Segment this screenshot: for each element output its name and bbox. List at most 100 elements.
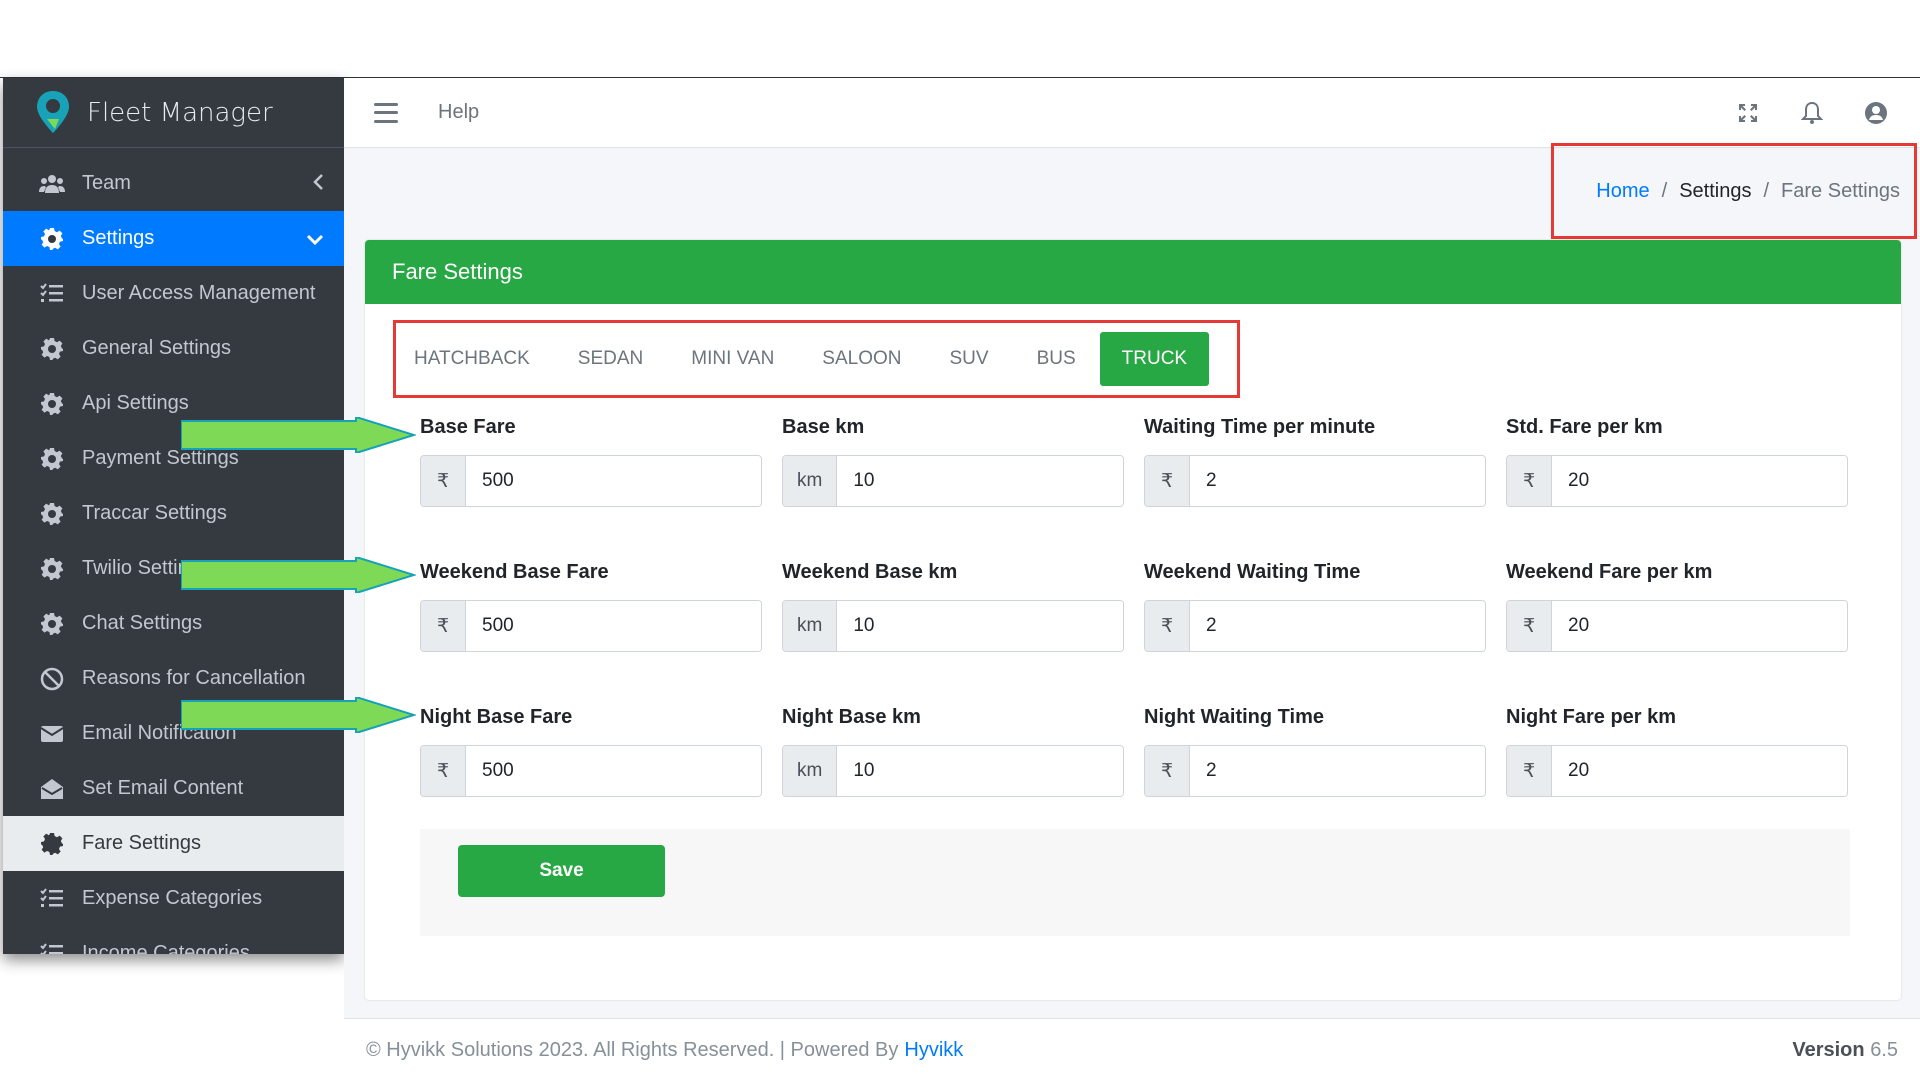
sidebar-item-label: Income Categories: [82, 942, 250, 954]
gear-icon: [38, 610, 66, 638]
envelope-icon: [38, 720, 66, 748]
sidebar-item-label: Expense Categories: [82, 887, 263, 909]
field-label: Night Fare per km: [1506, 706, 1677, 728]
input-group: km: [782, 745, 1124, 797]
sidebar-item-label: Traccar Settings: [82, 502, 227, 524]
field-label: Waiting Time per minute: [1144, 416, 1376, 438]
gear-icon: [38, 500, 66, 528]
fullscreen-icon[interactable]: [1736, 101, 1760, 125]
sidebar-item-general-settings[interactable]: General Settings: [3, 321, 344, 376]
users-icon: [38, 170, 66, 198]
version-label: Version: [1792, 1038, 1865, 1061]
weekend-waiting-time-input[interactable]: [1190, 601, 1485, 651]
sidebar-item-label: Fare Settings: [82, 832, 201, 854]
breadcrumb: Home / Settings / Fare Settings: [1551, 143, 1917, 239]
tab-mini-van[interactable]: MINI VAN: [667, 332, 798, 386]
field-label: Weekend Base km: [782, 561, 958, 583]
unit-km-prefix: km: [783, 456, 838, 506]
sidebar-item-label: Reasons for Cancellation: [82, 667, 306, 689]
gear-icon: [38, 445, 66, 473]
breadcrumb-home[interactable]: Home: [1596, 180, 1649, 203]
breadcrumb-settings[interactable]: Settings: [1679, 180, 1751, 203]
chevron-down-icon: [306, 226, 324, 252]
sidebar-item-chat-settings[interactable]: Chat Settings: [3, 596, 344, 651]
breadcrumb-separator: /: [1763, 179, 1770, 202]
sidebar-item-settings[interactable]: Settings: [3, 211, 344, 266]
sidebar-nav: Team Settings User Access Management Genera…: [3, 148, 344, 954]
menu-toggle-icon[interactable]: [374, 102, 398, 123]
sidebar: Fleet Manager Team Settings User Access Ma…: [3, 78, 344, 954]
annotation-arrow: [181, 557, 416, 593]
fare-form: Base Fare ₹ Base km km Waiting Time per minu…: [420, 416, 1850, 851]
field-label: Night Base Fare: [420, 706, 573, 728]
sidebar-item-team[interactable]: Team: [3, 156, 344, 211]
tab-saloon[interactable]: SALOON: [798, 332, 925, 386]
field-label: Std. Fare per km: [1506, 416, 1663, 438]
app-frame: Fleet Manager Team Settings User Access Ma…: [0, 77, 1920, 1081]
help-link[interactable]: Help: [438, 101, 479, 124]
gear-icon: [38, 335, 66, 363]
night-base-km-input[interactable]: [837, 746, 1123, 796]
weekend-base-km-input[interactable]: [837, 601, 1123, 651]
sidebar-item-traccar-settings[interactable]: Traccar Settings: [3, 486, 344, 541]
std-fare-per-km-input[interactable]: [1552, 456, 1847, 506]
annotation-arrow: [181, 417, 416, 453]
sidebar-item-label: User Access Management: [82, 282, 316, 304]
field-label: Base km: [782, 416, 865, 438]
vehicle-type-tabs: HATCHBACK SEDAN MINI VAN SALOON SUV BUS TRUCK: [393, 320, 1240, 398]
input-group: ₹: [1144, 455, 1486, 507]
breadcrumb-separator: /: [1661, 179, 1668, 202]
tab-sedan[interactable]: SEDAN: [554, 332, 667, 386]
breadcrumb-current: Fare Settings: [1781, 179, 1900, 202]
rupee-icon: ₹: [1145, 456, 1190, 506]
version-info: Version 6.5: [1792, 1039, 1898, 1062]
input-group: km: [782, 455, 1124, 507]
sidebar-item-income-categories[interactable]: Income Categories: [3, 926, 344, 954]
rupee-icon: ₹: [1145, 601, 1190, 651]
input-group: ₹: [1144, 600, 1486, 652]
powered-by-link[interactable]: Hyvikk: [904, 1039, 963, 1062]
list-check-icon: [38, 280, 66, 308]
tab-hatchback[interactable]: HATCHBACK: [414, 332, 554, 386]
input-group: ₹: [1506, 745, 1848, 797]
input-group: ₹: [1506, 600, 1848, 652]
field-night-fare-per-km: Night Fare per km ₹: [1506, 706, 1848, 797]
field-label: Night Waiting Time: [1144, 706, 1324, 728]
rupee-icon: ₹: [1507, 456, 1552, 506]
bell-icon[interactable]: [1800, 101, 1824, 125]
save-button[interactable]: Save: [458, 845, 665, 897]
gear-icon: [38, 390, 66, 418]
sidebar-item-expense-categories[interactable]: Expense Categories: [3, 871, 344, 926]
user-avatar-icon[interactable]: [1864, 101, 1888, 125]
weekend-fare-per-km-input[interactable]: [1552, 601, 1847, 651]
field-label: Weekend Fare per km: [1506, 561, 1713, 583]
sidebar-item-set-email-content[interactable]: Set Email Content: [3, 761, 344, 816]
envelope-open-icon: [38, 775, 66, 803]
sidebar-item-label: Team: [82, 172, 131, 194]
tab-bus[interactable]: BUS: [1013, 332, 1100, 386]
page-footer: © Hyvikk Solutions 2023. All Rights Rese…: [344, 1018, 1920, 1081]
ban-icon: [38, 665, 66, 693]
night-fare-per-km-input[interactable]: [1552, 746, 1847, 796]
tab-truck[interactable]: TRUCK: [1099, 332, 1210, 386]
waiting-time-per-minute-input[interactable]: [1190, 456, 1485, 506]
copyright-text: © Hyvikk Solutions 2023. All Rights Rese…: [366, 1038, 899, 1061]
weekend-base-fare-input[interactable]: [466, 601, 761, 651]
brand[interactable]: Fleet Manager: [3, 78, 344, 148]
field-weekend-base-fare: Weekend Base Fare ₹: [420, 561, 762, 652]
fare-settings-card: Fare Settings HATCHBACK SEDAN MINI VAN SALO…: [365, 240, 1901, 1000]
base-km-input[interactable]: [837, 456, 1123, 506]
night-base-fare-input[interactable]: [466, 746, 761, 796]
form-row: Base Fare ₹ Base km km Waiting Time per minu…: [420, 416, 1850, 507]
night-waiting-time-input[interactable]: [1190, 746, 1485, 796]
base-fare-input[interactable]: [466, 456, 761, 506]
version-number: 6.5: [1870, 1038, 1898, 1061]
sidebar-item-fare-settings[interactable]: Fare Settings: [3, 816, 344, 871]
field-weekend-base-km: Weekend Base km km: [782, 561, 1124, 652]
input-group: ₹: [420, 745, 762, 797]
tab-suv[interactable]: SUV: [926, 332, 1013, 386]
sidebar-item-user-access-management[interactable]: User Access Management: [3, 266, 344, 321]
field-label: Night Base km: [782, 706, 921, 728]
rupee-icon: ₹: [421, 601, 466, 651]
form-actions: Save: [420, 829, 1850, 936]
